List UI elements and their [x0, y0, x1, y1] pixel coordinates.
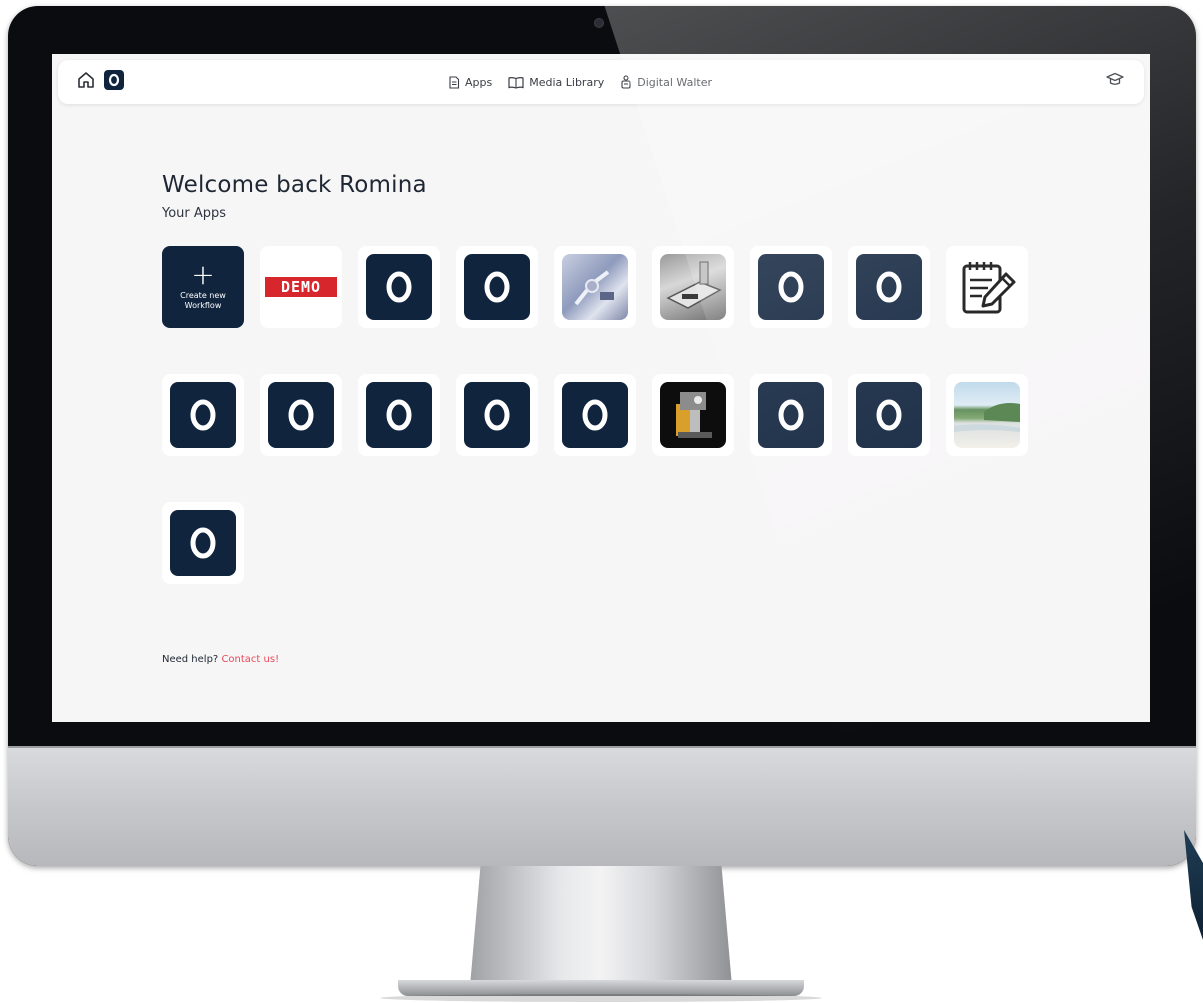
- app-tile: [848, 374, 930, 456]
- app-tile: [456, 374, 538, 456]
- app-screen: Apps Media Library Digital Walter Welcom…: [52, 54, 1150, 722]
- app-logo-icon[interactable]: [366, 254, 432, 320]
- app-tile: [750, 246, 832, 328]
- app-logo-icon[interactable]: [758, 254, 824, 320]
- nav-digital-walter[interactable]: Digital Walter: [620, 75, 712, 89]
- document-icon: [448, 75, 460, 89]
- app-tile-photo: [652, 246, 734, 328]
- nav-apps[interactable]: Apps: [448, 76, 492, 89]
- app-tile: [162, 374, 244, 456]
- app-tile: [358, 374, 440, 456]
- app-logo-icon[interactable]: [562, 382, 628, 448]
- section-title: Your Apps: [162, 206, 227, 221]
- app-tile: [848, 246, 930, 328]
- nav-media-library-label: Media Library: [529, 75, 605, 89]
- stand-shadow: [380, 994, 822, 1002]
- machine-part-thumbnail[interactable]: [562, 254, 628, 320]
- home-icon[interactable]: [76, 70, 96, 90]
- app-tile-demo: DEMO: [260, 246, 342, 328]
- app-tile: [162, 502, 244, 584]
- device-thumbnail[interactable]: [660, 254, 726, 320]
- brand-logo-icon[interactable]: [104, 70, 124, 90]
- create-label-line1: Create new: [180, 291, 226, 300]
- app-tile: [358, 246, 440, 328]
- app-tile-photo: [946, 374, 1028, 456]
- monitor-bezel: Apps Media Library Digital Walter Welcom…: [8, 6, 1196, 866]
- app-tile-notes: [946, 246, 1028, 328]
- monitor-stand: [470, 866, 732, 986]
- machine-3d-thumbnail[interactable]: [660, 382, 726, 448]
- app-tile-photo: [554, 246, 636, 328]
- notepad-pencil-icon[interactable]: [954, 254, 1020, 320]
- beach-thumbnail[interactable]: [954, 382, 1020, 448]
- app-logo-icon[interactable]: [856, 382, 922, 448]
- app-logo-icon[interactable]: [758, 382, 824, 448]
- app-logo-icon[interactable]: [170, 382, 236, 448]
- top-navbar: Apps Media Library Digital Walter: [58, 60, 1144, 104]
- help-footer: Need help? Contact us!: [162, 654, 279, 665]
- app-logo-icon[interactable]: [464, 254, 530, 320]
- robot-icon: [620, 75, 632, 89]
- help-text: Need help?: [162, 654, 219, 665]
- create-workflow-label: Create new Workflow: [180, 291, 226, 311]
- demo-app-logo[interactable]: DEMO: [265, 277, 337, 297]
- webcam: [594, 18, 604, 28]
- app-tile: [750, 374, 832, 456]
- contact-us-link[interactable]: Contact us!: [221, 654, 279, 665]
- monitor-chin: [8, 746, 1196, 866]
- app-tile: [260, 374, 342, 456]
- welcome-section: Welcome back Romina Your Apps: [162, 172, 427, 221]
- nav-digital-walter-label: Digital Walter: [637, 75, 712, 89]
- app-logo-icon[interactable]: [464, 382, 530, 448]
- book-icon: [508, 76, 524, 89]
- app-logo-icon[interactable]: [268, 382, 334, 448]
- nav-media-library[interactable]: Media Library: [508, 76, 604, 89]
- graduation-cap-icon: [1106, 72, 1124, 88]
- plus-icon: +: [191, 258, 215, 291]
- app-tile: [554, 374, 636, 456]
- background-accent: [1184, 830, 1203, 940]
- page-title: Welcome back Romina: [162, 172, 427, 198]
- app-tile-photo: [652, 374, 734, 456]
- nav-apps-label: Apps: [465, 75, 493, 89]
- app-tile: [456, 246, 538, 328]
- academy-button[interactable]: [1106, 72, 1124, 92]
- create-label-line2: Workflow: [184, 301, 222, 310]
- app-logo-icon[interactable]: [856, 254, 922, 320]
- app-logo-icon[interactable]: [366, 382, 432, 448]
- create-workflow-button[interactable]: + Create new Workflow: [162, 246, 244, 328]
- app-tile-create: + Create new Workflow: [162, 246, 244, 328]
- app-logo-icon[interactable]: [170, 510, 236, 576]
